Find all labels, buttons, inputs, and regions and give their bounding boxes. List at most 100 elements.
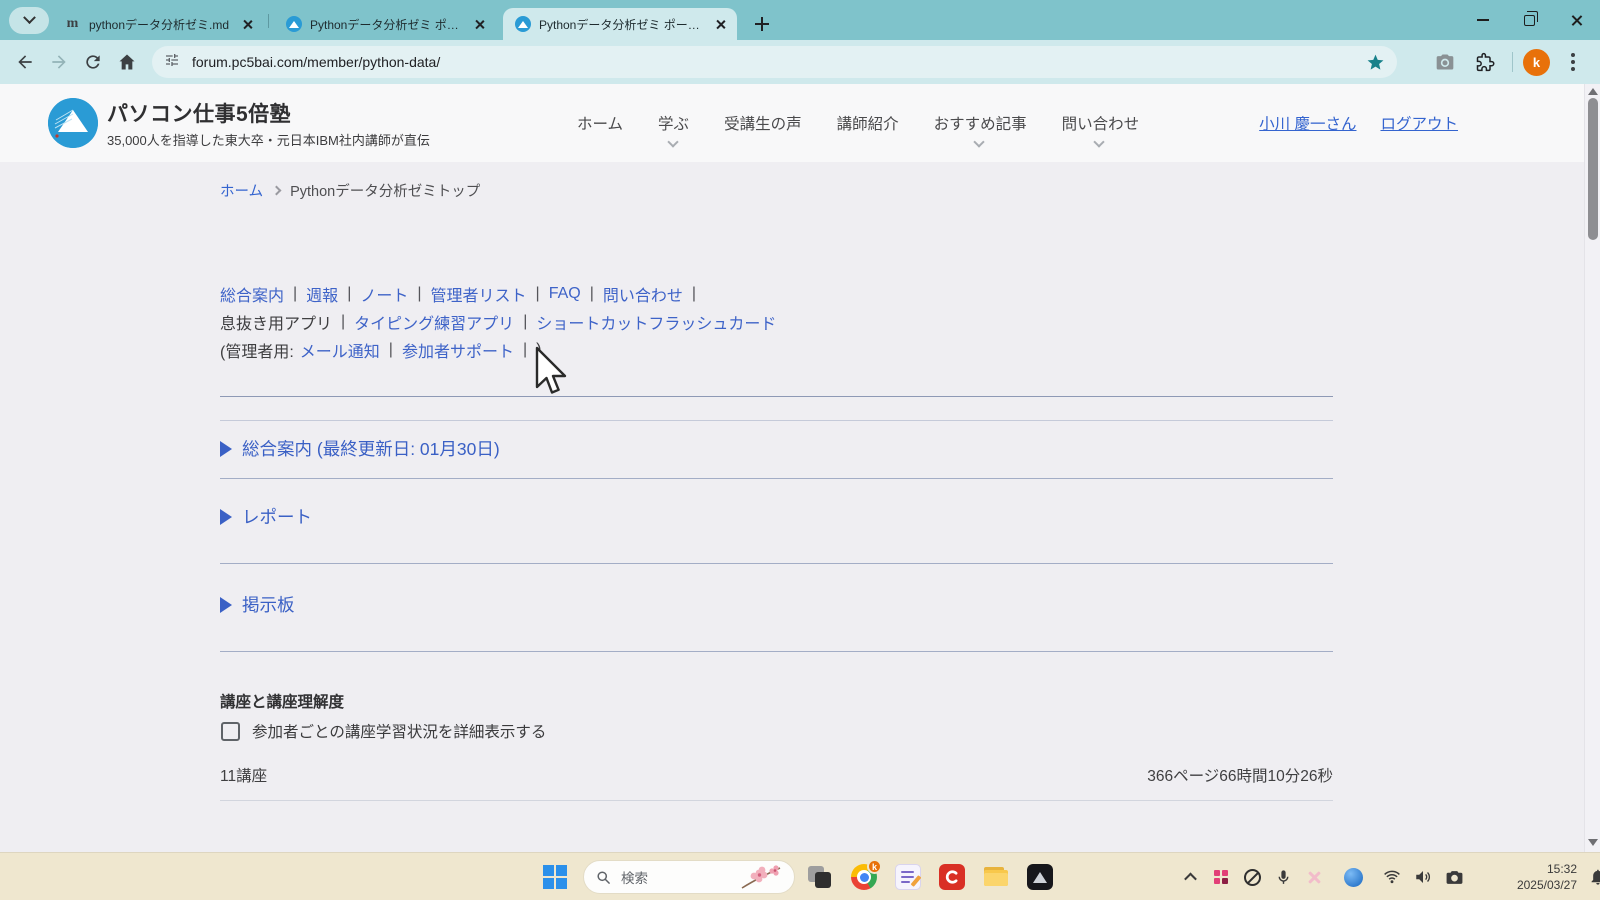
kebab-menu-icon <box>1571 53 1575 71</box>
admin-suffix-label: ) <box>536 341 541 359</box>
file-explorer-button[interactable] <box>983 864 1009 890</box>
new-tab-button[interactable] <box>748 10 776 38</box>
pink-grid-icon <box>1214 870 1228 884</box>
section-divider <box>220 651 1333 652</box>
expand-triangle-icon <box>220 597 232 613</box>
link-contact[interactable]: 問い合わせ <box>603 282 683 306</box>
link-general-info[interactable]: 総合案内 <box>220 282 284 306</box>
taskbar-search[interactable]: 検索 <box>583 860 795 894</box>
link-notes[interactable]: ノート <box>360 282 408 306</box>
tray-pink-x-app[interactable] <box>1302 865 1326 889</box>
pyramid-logo-icon <box>48 98 98 148</box>
section-title: 総合案内 (最終更新日: 01月30日) <box>242 436 500 461</box>
tray-wifi[interactable] <box>1380 865 1404 889</box>
course-count: 11講座 <box>220 768 267 785</box>
tab-3-active[interactable]: Pythonデータ分析ゼミ ポータルトップ <box>503 8 737 40</box>
search-placeholder: 検索 <box>621 867 738 887</box>
page-viewport: パソコン仕事5倍塾 35,000人を指導した東大卒・元日本IBM社内講師が直伝 … <box>0 84 1600 852</box>
nav-contact[interactable]: 問い合わせ <box>1060 108 1142 138</box>
user-name-link[interactable]: 小川 慶一さん <box>1259 112 1356 134</box>
taskbar: 検索 k <box>0 852 1600 900</box>
camera-icon <box>1435 52 1455 72</box>
wifi-icon <box>1383 868 1401 886</box>
link-faq[interactable]: FAQ <box>549 285 581 303</box>
minimize-button[interactable] <box>1459 0 1506 40</box>
checkbox-label[interactable]: 参加者ごとの講座学習状況を詳細表示する <box>252 720 546 742</box>
pink-x-icon <box>1307 870 1322 885</box>
chevron-down-icon <box>1094 136 1105 147</box>
home-button[interactable] <box>110 45 144 79</box>
tray-blue-app[interactable] <box>1341 865 1365 889</box>
tab-search-button[interactable] <box>9 7 49 34</box>
close-button[interactable] <box>1553 0 1600 40</box>
reload-button[interactable] <box>76 45 110 79</box>
extensions-button[interactable] <box>1468 45 1502 79</box>
detail-display-checkbox[interactable] <box>221 722 240 741</box>
link-typing-app[interactable]: タイピング練習アプリ <box>354 310 514 334</box>
clipboard-app-button[interactable] <box>939 864 965 890</box>
tray-microphone[interactable] <box>1271 865 1295 889</box>
scroll-down-arrow-icon[interactable] <box>1588 839 1598 846</box>
nav-learn[interactable]: 学ぶ <box>656 108 691 138</box>
star-icon <box>1366 53 1385 72</box>
scroll-up-arrow-icon[interactable] <box>1588 88 1598 95</box>
screenshot-button[interactable] <box>1428 45 1462 79</box>
browser-menu-button[interactable] <box>1556 45 1590 79</box>
tab-close-button[interactable] <box>238 15 256 33</box>
link-separator: | <box>590 285 594 303</box>
link-separator: | <box>523 341 527 359</box>
chrome-taskbar-button[interactable]: k <box>851 864 877 890</box>
scrollbar-thumb[interactable] <box>1588 98 1598 240</box>
start-button[interactable] <box>543 865 567 889</box>
notepad-taskbar-button[interactable] <box>895 864 921 890</box>
breather-apps-label: 息抜き用アプリ <box>220 310 332 334</box>
link-separator: | <box>692 285 696 303</box>
section-board[interactable]: 掲示板 <box>220 592 295 617</box>
task-view-button[interactable] <box>807 864 833 890</box>
link-admin-list[interactable]: 管理者リスト <box>431 282 527 306</box>
nav-voices[interactable]: 受講生の声 <box>722 108 804 138</box>
tray-blocked-app[interactable] <box>1240 865 1264 889</box>
link-weekly-report[interactable]: 週報 <box>306 282 338 306</box>
nav-home[interactable]: ホーム <box>575 108 625 138</box>
taskbar-clock[interactable]: 15:32 2025/03/27 <box>1507 861 1577 893</box>
dark-app-button[interactable] <box>1027 864 1053 890</box>
tray-camera[interactable] <box>1442 865 1466 889</box>
section-general-info[interactable]: 総合案内 (最終更新日: 01月30日) <box>220 436 500 461</box>
expand-triangle-icon <box>220 441 232 457</box>
back-button[interactable] <box>8 45 42 79</box>
page-scrollbar[interactable] <box>1584 84 1600 852</box>
course-count-row: 11講座 366ページ66時間10分26秒 <box>220 764 1333 786</box>
tab-close-button[interactable] <box>711 15 729 33</box>
tray-volume[interactable] <box>1411 865 1435 889</box>
link-participant-support[interactable]: 参加者サポート <box>402 338 514 362</box>
tab-2[interactable]: Pythonデータ分析ゼミ ポータルトップ <box>274 8 496 40</box>
tray-expand-button[interactable] <box>1178 865 1202 889</box>
logout-link[interactable]: ログアウト <box>1380 112 1458 134</box>
link-mail-notification[interactable]: メール通知 <box>300 338 380 362</box>
site-settings-icon[interactable] <box>164 52 180 73</box>
bookmark-star-button[interactable] <box>1361 48 1389 76</box>
forward-button[interactable] <box>42 45 76 79</box>
profile-avatar[interactable]: k <box>1523 49 1550 76</box>
breadcrumb: ホーム Pythonデータ分析ゼミトップ <box>220 180 480 201</box>
chevron-down-icon <box>23 11 36 24</box>
link-shortcut-flashcards[interactable]: ショートカットフラッシュカード <box>536 310 776 334</box>
chevron-down-icon <box>973 136 984 147</box>
site-subtitle: 35,000人を指導した東大卒・元日本IBM社内講師が直伝 <box>107 130 430 149</box>
site-logo[interactable] <box>48 98 98 148</box>
section-report[interactable]: レポート <box>220 504 312 529</box>
section-divider <box>220 478 1333 479</box>
tab-close-button[interactable] <box>470 15 488 33</box>
tab-1[interactable]: m pythonデータ分析ゼミ.md <box>52 8 264 40</box>
address-bar[interactable]: forum.pc5bai.com/member/python-data/ <box>152 46 1397 78</box>
tray-pink-app[interactable] <box>1209 865 1233 889</box>
system-tray: 15:32 2025/03/27 <box>1178 853 1600 900</box>
browser-window: m pythonデータ分析ゼミ.md Pythonデータ分析ゼミ ポータルトップ… <box>0 0 1600 852</box>
nav-instructors[interactable]: 講師紹介 <box>835 108 901 138</box>
section-title: 掲示板 <box>242 592 295 617</box>
nav-articles[interactable]: おすすめ記事 <box>932 108 1029 138</box>
breadcrumb-home-link[interactable]: ホーム <box>220 180 263 201</box>
restore-button[interactable] <box>1506 0 1553 40</box>
notification-bell-button[interactable] <box>1587 865 1600 889</box>
